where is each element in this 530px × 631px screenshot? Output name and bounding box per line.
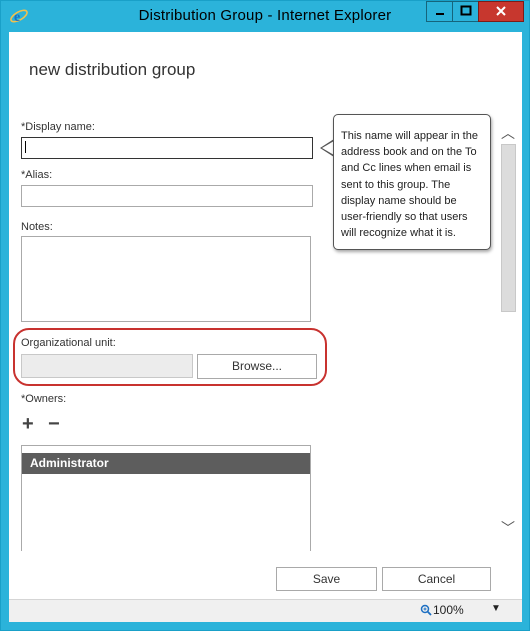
minimize-icon	[436, 13, 444, 15]
display-name-input[interactable]	[21, 137, 313, 159]
dialog-content: new distribution group *Display name: *A…	[9, 32, 522, 622]
save-button[interactable]: Save	[276, 567, 377, 591]
title-bar: e Distribution Group - Internet Explorer	[1, 1, 529, 32]
owners-list: Administrator	[21, 445, 311, 551]
notes-textarea[interactable]	[21, 236, 311, 322]
chevron-down-icon[interactable]: ﹀	[501, 518, 515, 538]
remove-icon[interactable]: −	[48, 414, 60, 434]
text-caret	[25, 141, 26, 153]
browse-button[interactable]: Browse...	[197, 354, 317, 379]
cancel-button[interactable]: Cancel	[382, 567, 491, 591]
alias-label: *Alias:	[21, 169, 53, 181]
ie-window: e Distribution Group - Internet Explorer…	[0, 0, 530, 631]
display-name-tooltip: This name will appear in the address boo…	[333, 114, 491, 250]
status-bar: 100% ▼	[9, 599, 522, 622]
ou-field	[21, 354, 193, 378]
zoom-level[interactable]: 100%	[433, 603, 464, 617]
chevron-up-icon[interactable]: ︿	[501, 123, 515, 143]
zoom-icon[interactable]	[420, 604, 432, 616]
zoom-dropdown-icon[interactable]: ▼	[491, 603, 501, 614]
notes-label: Notes:	[21, 221, 53, 233]
close-button[interactable]	[478, 1, 524, 22]
maximize-icon	[460, 5, 472, 16]
display-name-label: *Display name:	[21, 121, 95, 133]
add-icon[interactable]: +	[22, 414, 34, 434]
maximize-button[interactable]	[452, 1, 480, 22]
close-icon	[496, 6, 506, 16]
list-item[interactable]: Administrator	[22, 453, 310, 474]
owners-label: *Owners:	[21, 393, 67, 405]
alias-input[interactable]	[21, 185, 313, 207]
scrollbar-thumb[interactable]	[501, 144, 516, 312]
ou-label: Organizational unit:	[21, 337, 116, 349]
page-title: new distribution group	[29, 60, 196, 79]
minimize-button[interactable]	[426, 1, 454, 22]
